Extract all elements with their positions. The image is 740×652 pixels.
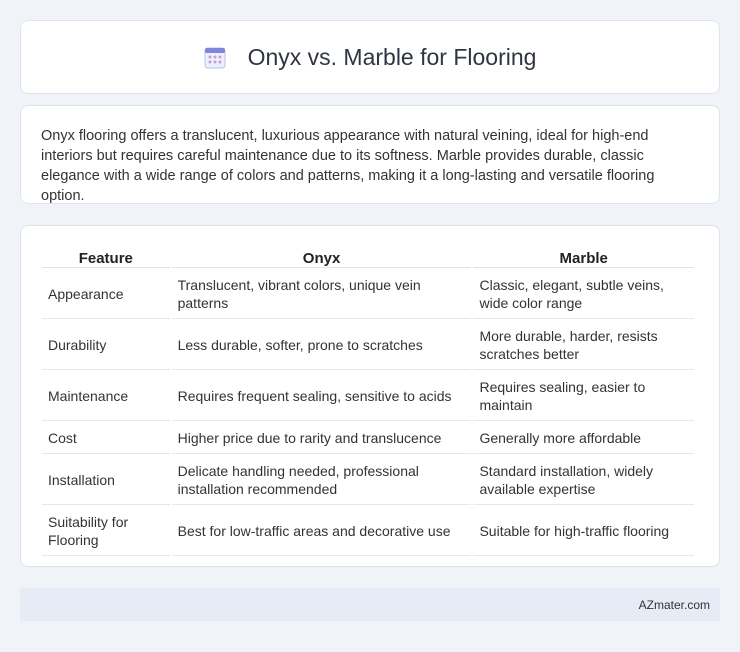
table-row: Suitability for Flooring Best for low-tr… [42,507,694,556]
marble-cell: Classic, elegant, subtle veins, wide col… [473,270,694,319]
marble-cell: Generally more affordable [473,423,694,454]
feature-cell: Suitability for Flooring [42,507,170,556]
header-feature: Feature [42,248,170,268]
feature-cell: Durability [42,321,170,370]
onyx-cell: Best for low-traffic areas and decorativ… [171,507,472,556]
footer-site-link[interactable]: AZmater.com [639,598,710,612]
title-wrap: Onyx vs. Marble for Flooring [204,43,537,71]
header-marble: Marble [473,248,694,268]
table-header-row: Feature Onyx Marble [42,248,694,268]
marble-cell: Requires sealing, easier to maintain [473,372,694,421]
feature-cell: Cost [42,423,170,454]
marble-cell: Standard installation, widely available … [473,456,694,505]
intro-text: Onyx flooring offers a translucent, luxu… [41,128,655,204]
feature-cell: Installation [42,456,170,505]
onyx-cell: Less durable, softer, prone to scratches [171,321,472,370]
feature-cell: Maintenance [42,372,170,421]
table-row: Maintenance Requires frequent sealing, s… [42,372,694,421]
comparison-table: Feature Onyx Marble Appearance Transluce… [40,246,696,558]
header-onyx: Onyx [171,248,472,268]
onyx-cell: Delicate handling needed, professional i… [171,456,472,505]
marble-cell: Suitable for high-traffic flooring [473,507,694,556]
feature-cell: Appearance [42,270,170,319]
table-row: Installation Delicate handling needed, p… [42,456,694,505]
table-row: Appearance Translucent, vibrant colors, … [42,270,694,319]
table-card: Feature Onyx Marble Appearance Transluce… [20,225,720,567]
onyx-cell: Translucent, vibrant colors, unique vein… [171,270,472,319]
table-row: Durability Less durable, softer, prone t… [42,321,694,370]
calendar-icon [204,47,226,69]
footer-bar: AZmater.com [20,588,720,621]
onyx-cell: Requires frequent sealing, sensitive to … [171,372,472,421]
intro-card: Onyx flooring offers a translucent, luxu… [20,105,720,204]
marble-cell: More durable, harder, resists scratches … [473,321,694,370]
table-row: Cost Higher price due to rarity and tran… [42,423,694,454]
onyx-cell: Higher price due to rarity and transluce… [171,423,472,454]
header-card: Onyx vs. Marble for Flooring [20,20,720,94]
page-title: Onyx vs. Marble for Flooring [247,43,537,70]
